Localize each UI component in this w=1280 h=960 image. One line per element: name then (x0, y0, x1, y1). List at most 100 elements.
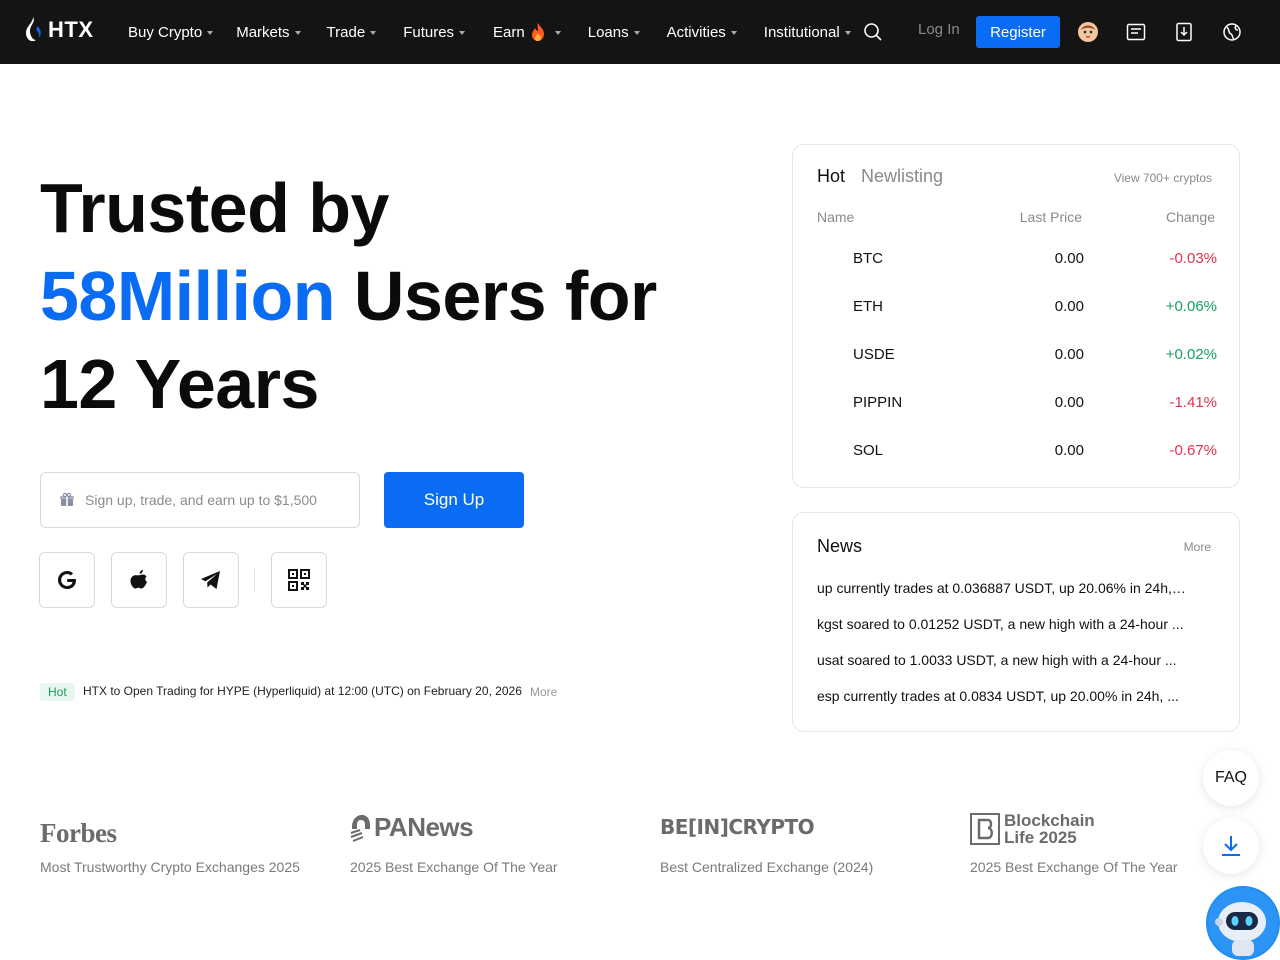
chevron-down-icon (294, 31, 301, 35)
chevron-down-icon (844, 31, 851, 35)
view-all-cryptos-link[interactable]: View 700+ cryptos (1114, 171, 1212, 185)
award-text: Most Trustworthy Crypto Exchanges 2025 (40, 859, 300, 875)
col-change-header: Change (1165, 209, 1215, 225)
hero-title-line2: 58Million Users for (40, 252, 740, 340)
menu-label: Buy Crypto (128, 23, 203, 41)
market-row[interactable]: BTC 0.00 -0.03% (793, 236, 1241, 284)
sign-up-button[interactable]: Sign Up (384, 472, 524, 528)
news-card: News More up currently trades at 0.03688… (792, 512, 1240, 732)
chevron-down-icon (554, 31, 561, 35)
coin-change: +0.06% (1165, 298, 1217, 315)
blockchain-life-mark-icon (970, 813, 1000, 845)
apple-icon (130, 570, 147, 589)
chevron-down-icon (370, 31, 377, 35)
language-icon[interactable] (1220, 20, 1244, 44)
menu-label: Futures (403, 23, 455, 41)
forbes-logo: Forbes (40, 818, 117, 848)
signup-input-placeholder: Sign up, trade, and earn up to $1,500 (85, 492, 317, 508)
register-button[interactable]: Register (976, 16, 1060, 48)
qr-code-icon (288, 569, 310, 591)
menu-trade[interactable]: Trade (327, 24, 377, 41)
beincrypto-logo: BE[IN]CRYPTO (660, 815, 815, 839)
chevron-down-icon (207, 31, 214, 35)
news-more-link[interactable]: More (1184, 540, 1211, 554)
news-item[interactable]: kgst soared to 0.01252 USDT, a new high … (817, 616, 1187, 632)
coin-price: 0.00 (1054, 394, 1084, 411)
menu-label: Loans (587, 23, 629, 41)
hero-highlight: 58Million (40, 257, 335, 335)
award-text: 2025 Best Exchange Of The Year (970, 859, 1178, 875)
flame-logo-icon (26, 17, 41, 42)
menu-label: Institutional (763, 23, 840, 41)
blockchain-life-logo-text: Blockchain Life 2025 (1004, 811, 1095, 847)
orders-icon[interactable] (1124, 20, 1148, 44)
news-item[interactable]: up currently trades at 0.036887 USDT, up… (817, 580, 1187, 596)
coin-price: 0.00 (1054, 442, 1084, 459)
menu-label: Trade (326, 23, 366, 41)
download-icon[interactable] (1172, 20, 1196, 44)
social-divider (254, 568, 255, 592)
signup-input[interactable]: Sign up, trade, and earn up to $1,500 (40, 472, 360, 528)
market-row[interactable]: ETH 0.00 +0.06% (793, 284, 1241, 332)
coin-change: -0.67% (1169, 442, 1217, 459)
chevron-down-icon (730, 31, 737, 35)
news-title: News (817, 536, 863, 556)
coin-change: +0.02% (1165, 346, 1217, 363)
coin-price: 0.00 (1054, 346, 1084, 363)
menu-institutional[interactable]: Institutional (764, 24, 851, 41)
coin-change: -1.41% (1169, 394, 1217, 411)
menu-earn[interactable]: Earn (493, 22, 561, 42)
google-login-button[interactable] (39, 552, 95, 608)
apple-login-button[interactable] (111, 552, 167, 608)
coin-name: PIPPIN (853, 394, 903, 411)
panews-logo-text: PANews (374, 812, 474, 842)
announcement-text[interactable]: HTX to Open Trading for HYPE (Hyperliqui… (83, 684, 523, 698)
market-row[interactable]: USDE 0.00 +0.02% (793, 332, 1241, 380)
coin-price: 0.00 (1054, 250, 1084, 267)
qr-login-button[interactable] (271, 552, 327, 608)
gift-icon (60, 492, 74, 506)
menu-buy-crypto[interactable]: Buy Crypto (128, 23, 214, 41)
hero-title-line3: 12 Years (40, 345, 319, 423)
search-icon[interactable] (861, 20, 885, 44)
menu-label: Earn (493, 23, 525, 41)
download-app-button[interactable] (1203, 818, 1259, 874)
announcement-more-link[interactable]: More (530, 685, 557, 699)
coin-name: SOL (853, 442, 884, 459)
coin-name: USDE (853, 346, 895, 363)
support-bot-button[interactable] (1206, 886, 1280, 960)
menu-activities[interactable]: Activities (667, 24, 737, 41)
menu-markets[interactable]: Markets (236, 24, 301, 41)
robot-icon (1208, 888, 1278, 958)
blockchain-life-logo: Blockchain Life 2025 (970, 812, 1104, 846)
main-menu: Buy Crypto Markets Trade Futures Earn Lo… (128, 0, 851, 64)
coin-price: 0.00 (1054, 298, 1084, 315)
telegram-icon (201, 571, 220, 589)
avatar-icon[interactable] (1076, 20, 1100, 44)
panews-logo: PANews (350, 812, 474, 843)
menu-futures[interactable]: Futures (403, 23, 466, 41)
tab-newlisting[interactable]: Newlisting (861, 166, 943, 187)
award-text: Best Centralized Exchange (2024) (660, 859, 874, 875)
logo-text: HTX (48, 17, 94, 42)
menu-loans[interactable]: Loans (588, 24, 640, 41)
market-row[interactable]: SOL 0.00 -0.67% (793, 428, 1241, 476)
news-item[interactable]: usat soared to 1.0033 USDT, a new high w… (817, 652, 1187, 668)
tab-hot[interactable]: Hot (817, 166, 845, 187)
download-arrow-icon (1222, 836, 1240, 856)
login-link[interactable]: Log In (918, 21, 960, 38)
htx-logo[interactable]: HTX (24, 16, 94, 44)
telegram-login-button[interactable] (183, 552, 239, 608)
market-row[interactable]: PIPPIN 0.00 -1.41% (793, 380, 1241, 428)
hero-title: Trusted by 58Million Users for 12 Years (40, 164, 740, 428)
market-card: Hot Newlisting View 700+ cryptos Name La… (792, 144, 1240, 488)
coin-name: ETH (853, 298, 883, 315)
panews-mark-icon (350, 814, 370, 842)
top-nav: HTX Buy Crypto Markets Trade Futures Ear… (0, 0, 1280, 64)
coin-name: BTC (853, 250, 883, 267)
news-item[interactable]: esp currently trades at 0.0834 USDT, up … (817, 688, 1187, 704)
chevron-down-icon (459, 31, 466, 35)
hero-title-line1: Trusted by (40, 169, 389, 247)
faq-button[interactable]: FAQ (1203, 750, 1259, 806)
col-price-header: Last Price (1019, 209, 1082, 225)
